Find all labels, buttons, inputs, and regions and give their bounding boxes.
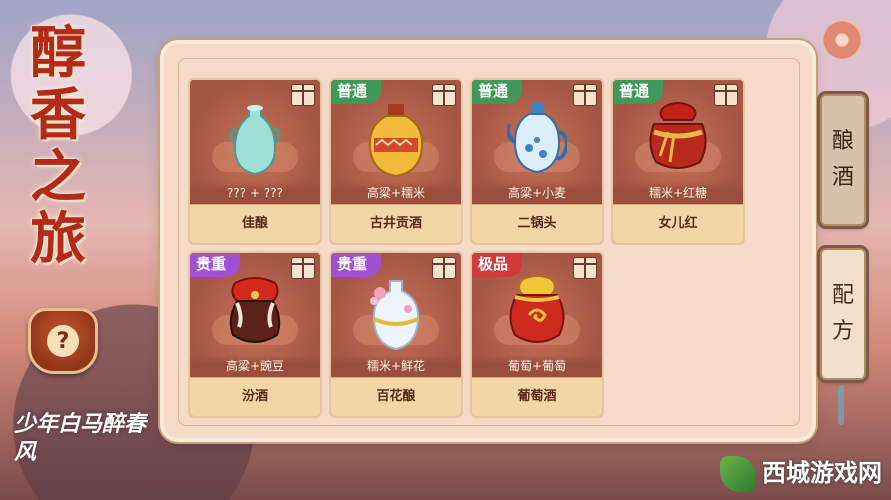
rarity-badge: 贵重	[190, 253, 241, 277]
gift-icon[interactable]	[432, 257, 456, 279]
tab-label: 酿	[831, 129, 854, 154]
blue-teapot-icon	[507, 102, 567, 174]
leaf-logo-icon	[720, 456, 756, 492]
title-char: 醇	[30, 20, 86, 86]
recipe-ingredients: 糯米+红糖	[613, 182, 743, 204]
watermark: 西城游戏网	[720, 446, 890, 500]
help-button[interactable]: ?	[28, 308, 98, 374]
recipe-ingredients: 高粱+小麦	[472, 182, 602, 204]
gift-icon[interactable]	[432, 84, 456, 106]
tassel-ornament-icon	[838, 385, 844, 425]
recipe-card[interactable]: 普通 高粱+小麦 二锅头	[470, 78, 604, 245]
recipe-ingredients: ??? + ???	[190, 182, 320, 204]
recipe-name: 葡萄酒	[472, 377, 602, 416]
gift-icon[interactable]	[291, 257, 315, 279]
page-title: 醇 香 之 旅	[8, 22, 108, 270]
rarity-badge: 极品	[472, 253, 523, 277]
recipe-card[interactable]: ??? + ??? 佳酿	[188, 78, 322, 245]
rarity-badge: 贵重	[331, 253, 382, 277]
gift-icon[interactable]	[714, 84, 738, 106]
gift-icon[interactable]	[573, 257, 597, 279]
recipe-name: 女儿红	[613, 204, 743, 243]
gift-icon[interactable]	[291, 84, 315, 106]
recipe-name: 二锅头	[472, 204, 602, 243]
tab-label: 配	[831, 283, 854, 308]
recipe-ingredients: 葡萄+葡萄	[472, 355, 602, 377]
recipe-card[interactable]: 贵重 高粱+豌豆 汾酒	[188, 251, 322, 418]
title-char: 香	[30, 82, 86, 148]
recipe-card[interactable]: 极品 葡萄+葡萄 葡萄酒	[470, 251, 604, 418]
recipe-card[interactable]: 贵重 糯米+鲜花 百花酿	[329, 251, 463, 418]
recipe-name: 佳酿	[190, 204, 320, 243]
recipe-ingredients: 高粱+豌豆	[190, 355, 320, 377]
rarity-badge: 普通	[472, 80, 523, 104]
recipe-name: 百花酿	[331, 377, 461, 416]
tab-label: 酒	[831, 165, 854, 190]
title-char: 旅	[30, 206, 86, 272]
question-icon: ?	[47, 325, 79, 357]
tab-recipes[interactable]: 配 方	[820, 248, 866, 380]
rarity-badge: 普通	[331, 80, 382, 104]
tab-brew[interactable]: 酿 酒	[820, 94, 866, 226]
recipe-card[interactable]: 普通 糯米+红糖 女儿红	[611, 78, 745, 245]
tab-label: 方	[831, 319, 854, 344]
recipe-card[interactable]: 普通 高粱+糯米 古井贡酒	[329, 78, 463, 245]
gold-red-jar-icon	[509, 275, 565, 343]
title-char: 之	[30, 144, 86, 210]
flower-vase-icon	[370, 280, 420, 351]
rarity-badge: 普通	[613, 80, 664, 104]
recipe-name: 汾酒	[190, 377, 320, 416]
recipe-ingredients: 高粱+糯米	[331, 182, 461, 204]
gift-icon[interactable]	[573, 84, 597, 106]
dark-jar-icon	[229, 277, 281, 343]
recipe-ingredients: 糯米+鲜花	[331, 355, 461, 377]
red-jar-icon	[649, 102, 707, 169]
flower-ornament-icon	[822, 20, 862, 60]
gold-jar-icon	[368, 104, 424, 178]
recipe-name: 古井贡酒	[331, 204, 461, 243]
celadon-vase-icon	[229, 105, 281, 176]
game-logo: 少年白马醉春风	[14, 411, 147, 465]
